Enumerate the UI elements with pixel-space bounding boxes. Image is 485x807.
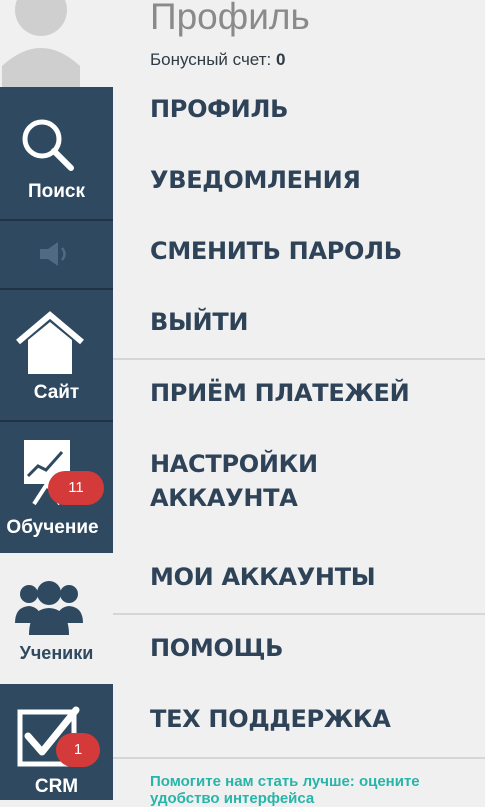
page-title: Профиль — [150, 0, 310, 37]
rail-item-crm[interactable]: 1 CRM — [0, 684, 113, 800]
menu-item-payments[interactable]: ПРИЁМ ПЛАТЕЖЕЙ — [150, 379, 410, 407]
menu-item-account-settings-line2: АККАУНТА — [150, 484, 298, 512]
notification-badge: 1 — [56, 733, 100, 767]
rail-item-site[interactable]: Сайт — [0, 290, 113, 420]
menu-divider — [113, 358, 485, 360]
menu-item-account-settings[interactable]: НАСТРОЙКИ АККАУНТА — [150, 450, 318, 512]
menu-item-account-settings-line1: НАСТРОЙКИ — [150, 450, 318, 478]
feedback-link[interactable]: Помогите нам стать лучше: оцените удобст… — [150, 773, 470, 807]
rail-item-students[interactable]: Ученики — [0, 553, 113, 684]
menu-item-notifications[interactable]: УВЕДОМЛЕНИЯ — [150, 166, 361, 194]
menu-item-profile[interactable]: ПРОФИЛЬ — [150, 95, 288, 123]
rail-label-search: Поиск — [27, 181, 86, 202]
feedback-line2: удобство интерфейса — [150, 790, 315, 807]
notification-badge: 11 — [48, 471, 104, 505]
search-icon — [22, 119, 74, 171]
users-icon — [15, 581, 83, 635]
menu-item-change-password[interactable]: СМЕНИТЬ ПАРОЛЬ — [150, 237, 402, 265]
menu-item-my-accounts[interactable]: МОИ АККАУНТЫ — [150, 563, 376, 591]
menu-divider — [113, 757, 485, 759]
menu-item-logout[interactable]: ВЫЙТИ — [150, 308, 249, 336]
rail-item-learning[interactable]: 11 Обучение — [0, 422, 113, 553]
bonus-label: Бонусный счет: — [150, 50, 272, 69]
rail-label-students: Ученики — [19, 643, 94, 663]
bonus-value: 0 — [275, 50, 286, 69]
left-rail: Поиск Сайт 11 Обучение Ученики 1 CRM — [0, 0, 113, 800]
menu-item-help[interactable]: ПОМОЩЬ — [150, 634, 283, 662]
speaker-icon — [40, 242, 66, 266]
rail-label-crm: CRM — [34, 776, 79, 797]
feedback-line1: Помогите нам стать лучше: оцените — [150, 773, 420, 790]
rail-item-sound[interactable] — [0, 221, 113, 288]
menu-divider — [113, 613, 485, 615]
menu-item-tech-support[interactable]: ТЕХ ПОДДЕРЖКА — [150, 705, 391, 733]
rail-label-site: Сайт — [33, 382, 80, 403]
home-icon — [16, 311, 84, 374]
rail-label-learning: Обучение — [6, 517, 99, 538]
rail-item-search[interactable]: Поиск — [0, 87, 113, 219]
bonus-account: Бонусный счет: 0 — [150, 50, 285, 70]
